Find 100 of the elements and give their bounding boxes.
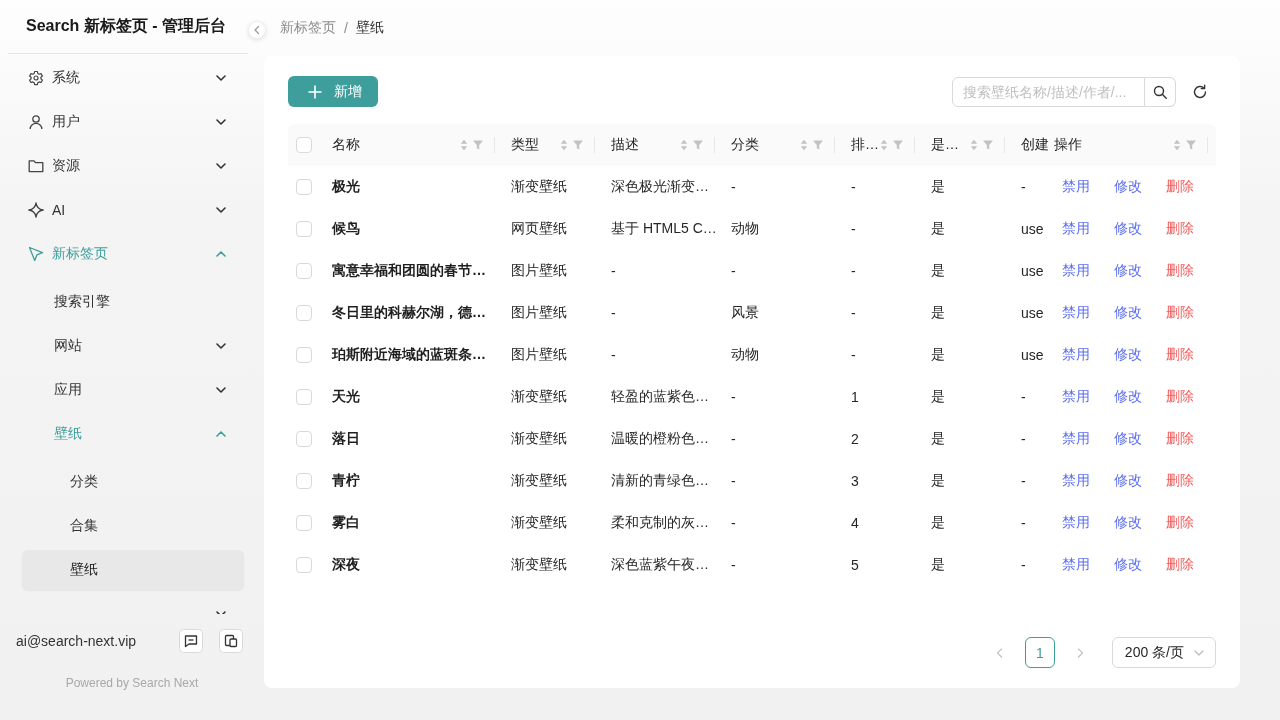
checkbox[interactable] (296, 137, 312, 153)
sort-icon[interactable] (970, 139, 978, 151)
delete-link[interactable]: 删除 (1166, 220, 1194, 238)
table-cell-text: 深夜 (331, 555, 361, 574)
action-link[interactable]: 修改 (1114, 514, 1142, 532)
table-cell-text: - (850, 262, 857, 281)
checkbox[interactable] (296, 515, 312, 531)
action-link[interactable]: 修改 (1114, 304, 1142, 322)
copy-icon[interactable] (219, 629, 243, 653)
delete-link[interactable]: 删除 (1166, 472, 1194, 490)
add-button[interactable]: 新增 (288, 76, 378, 107)
table-cell-text: - (610, 262, 617, 281)
table-cell-text: 网页壁纸 (510, 219, 568, 238)
table-cell-text: 渐变壁纸 (510, 471, 568, 490)
delete-link[interactable]: 删除 (1166, 304, 1194, 322)
sort-icon[interactable] (560, 139, 568, 151)
table-cell-text: 渐变壁纸 (510, 387, 568, 406)
account-email: ai@search-next.vip (16, 633, 137, 649)
refresh-icon[interactable] (1192, 83, 1208, 100)
table-cell-text: 是 (930, 513, 946, 532)
sort-icon[interactable] (460, 139, 468, 151)
menu-item[interactable]: 壁纸 (22, 550, 244, 590)
sort-icon[interactable] (800, 139, 808, 151)
page-button[interactable]: 1 (1024, 637, 1055, 668)
delete-link[interactable]: 删除 (1166, 430, 1194, 448)
checkbox[interactable] (296, 389, 312, 405)
delete-link[interactable]: 删除 (1166, 178, 1194, 196)
action-link[interactable]: 修改 (1114, 346, 1142, 364)
menu-item[interactable]: 新标签页 (22, 234, 244, 274)
action-link[interactable]: 修改 (1114, 178, 1142, 196)
sort-icon[interactable] (680, 139, 688, 151)
menu-item[interactable]: 应用 (22, 370, 244, 410)
filter-icon[interactable] (473, 140, 483, 150)
table-cell-text: 是 (930, 219, 946, 238)
table-cell-text: 青柠 (331, 471, 361, 490)
menu-item[interactable]: 壁纸 (22, 414, 244, 454)
menu-item[interactable]: 分类 (22, 462, 244, 502)
action-link[interactable]: 修改 (1114, 220, 1142, 238)
breadcrumb-link[interactable]: 新标签页 (280, 19, 336, 37)
action-link[interactable]: 禁用 (1062, 430, 1090, 448)
search-icon (1153, 84, 1167, 99)
app-title: Search 新标签页 - 管理后台 (26, 16, 227, 36)
action-link[interactable]: 禁用 (1062, 262, 1090, 280)
table-cell-text: 是 (930, 429, 946, 448)
action-link[interactable]: 禁用 (1062, 472, 1090, 490)
message-icon[interactable] (179, 629, 203, 653)
page-size-select[interactable]: 200 条/页 (1111, 637, 1216, 668)
action-link[interactable]: 禁用 (1062, 388, 1090, 406)
action-link[interactable]: 修改 (1114, 472, 1142, 490)
menu-item[interactable]: AI (22, 190, 244, 230)
menu-item[interactable]: 资源 (22, 146, 244, 186)
table-cell-text: - (730, 430, 737, 449)
delete-link[interactable]: 删除 (1166, 388, 1194, 406)
filter-icon[interactable] (1186, 140, 1196, 150)
table-cell-text: 是 (930, 345, 946, 364)
menu-item[interactable]: 搜索引擎 (22, 282, 244, 322)
sort-icon[interactable] (880, 139, 888, 151)
delete-link[interactable]: 删除 (1166, 514, 1194, 532)
checkbox[interactable] (296, 179, 312, 195)
delete-link[interactable]: 删除 (1166, 262, 1194, 280)
checkbox[interactable] (296, 263, 312, 279)
column-header: 排… (851, 136, 879, 154)
collapse-icon[interactable] (248, 21, 266, 39)
checkbox[interactable] (296, 557, 312, 573)
checkbox[interactable] (296, 305, 312, 321)
action-link[interactable]: 修改 (1114, 430, 1142, 448)
delete-link[interactable]: 删除 (1166, 346, 1194, 364)
checkbox[interactable] (296, 221, 312, 237)
action-link[interactable]: 禁用 (1062, 346, 1090, 364)
delete-link[interactable]: 删除 (1166, 556, 1194, 574)
action-link[interactable]: 修改 (1114, 388, 1142, 406)
checkbox[interactable] (296, 473, 312, 489)
filter-icon[interactable] (693, 140, 703, 150)
column-header: 创建 (1021, 136, 1049, 154)
action-link[interactable]: 修改 (1114, 262, 1142, 280)
menu-item[interactable]: 网站 (22, 326, 244, 366)
menu-item[interactable]: 合集 (22, 506, 244, 546)
sort-icon[interactable] (1173, 139, 1181, 151)
filter-icon[interactable] (983, 140, 993, 150)
menu-item[interactable]: 用户 (22, 102, 244, 142)
action-link[interactable]: 禁用 (1062, 178, 1090, 196)
action-link[interactable]: 禁用 (1062, 220, 1090, 238)
search-button[interactable] (1145, 76, 1176, 107)
menu-item[interactable]: 系统 (22, 58, 244, 98)
table-cell-text: 渐变壁纸 (510, 429, 568, 448)
action-link[interactable]: 修改 (1114, 556, 1142, 574)
filter-icon[interactable] (893, 140, 903, 150)
filter-icon[interactable] (573, 140, 583, 150)
checkbox[interactable] (296, 347, 312, 363)
table-cell-text: 1 (850, 388, 860, 407)
action-link[interactable]: 禁用 (1062, 514, 1090, 532)
checkbox[interactable] (296, 431, 312, 447)
search-input[interactable]: 搜索壁纸名称/描述/作者/... (952, 76, 1145, 107)
action-link[interactable]: 禁用 (1062, 304, 1090, 322)
table-cell-text: - (850, 178, 857, 197)
folder-icon (28, 158, 44, 174)
table-cell-text: 是 (930, 387, 946, 406)
filter-icon[interactable] (813, 140, 823, 150)
action-link[interactable]: 禁用 (1062, 556, 1090, 574)
table-cell-text: 是 (930, 303, 946, 322)
